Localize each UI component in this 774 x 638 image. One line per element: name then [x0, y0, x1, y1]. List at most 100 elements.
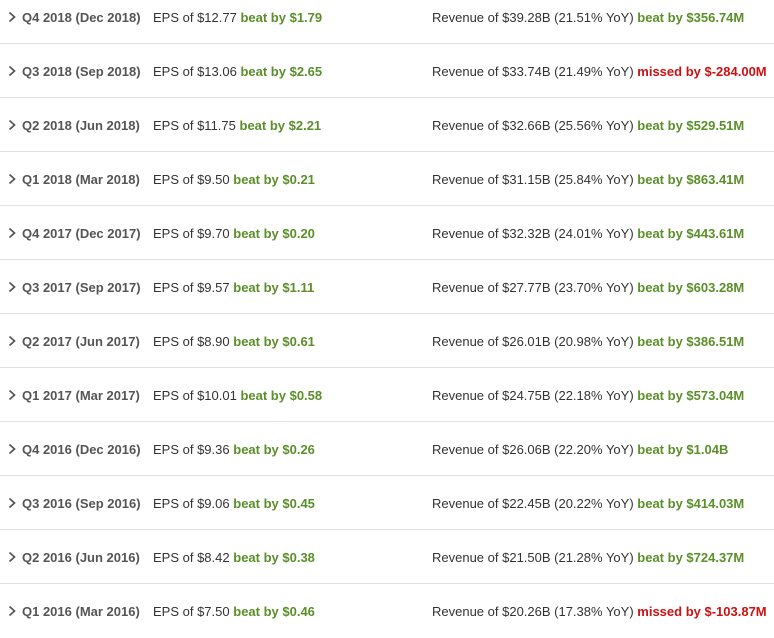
- quarter-label: Q1 2017 (Mar 2017): [22, 388, 140, 403]
- chevron-right-icon[interactable]: [6, 281, 18, 293]
- earnings-history-list: Q4 2018 (Dec 2018) EPS of $12.77 beat by…: [0, 0, 774, 638]
- chevron-right-icon[interactable]: [6, 443, 18, 455]
- chevron-right-icon[interactable]: [6, 65, 18, 77]
- revenue-value: Revenue of $24.75B (22.18% YoY): [432, 388, 634, 403]
- revenue-value: Revenue of $20.26B (17.38% YoY): [432, 604, 634, 619]
- revenue-result: beat by $414.03M: [637, 496, 745, 511]
- revenue-result: beat by $443.61M: [637, 226, 745, 241]
- eps-value: EPS of $7.50: [153, 604, 230, 619]
- eps-result: beat by $0.26: [233, 442, 315, 457]
- eps-result: beat by $0.21: [233, 172, 315, 187]
- revenue-value: Revenue of $26.01B (20.98% YoY): [432, 334, 634, 349]
- eps-result: beat by $1.11: [233, 280, 315, 295]
- eps-result: beat by $2.65: [240, 64, 323, 79]
- eps-result: beat by $0.46: [233, 604, 315, 619]
- eps-summary: EPS of $7.50 beat by $0.46: [153, 604, 315, 619]
- earnings-row[interactable]: Q3 2017 (Sep 2017) EPS of $9.57 beat by …: [0, 260, 774, 314]
- eps-value: EPS of $8.42: [153, 550, 230, 565]
- revenue-summary: Revenue of $24.75B (22.18% YoY) beat by …: [432, 388, 744, 403]
- revenue-summary: Revenue of $39.28B (21.51% YoY) beat by …: [432, 10, 744, 25]
- quarter-label: Q4 2016 (Dec 2016): [22, 442, 141, 457]
- revenue-value: Revenue of $33.74B (21.49% YoY): [432, 64, 634, 79]
- revenue-summary: Revenue of $20.26B (17.38% YoY) missed b…: [432, 604, 767, 619]
- revenue-summary: Revenue of $27.77B (23.70% YoY) beat by …: [432, 280, 744, 295]
- revenue-result: missed by $-284.00M: [637, 64, 767, 79]
- eps-summary: EPS of $9.06 beat by $0.45: [153, 496, 315, 511]
- chevron-right-icon[interactable]: [6, 11, 18, 23]
- revenue-summary: Revenue of $22.45B (20.22% YoY) beat by …: [432, 496, 744, 511]
- revenue-summary: Revenue of $26.06B (22.20% YoY) beat by …: [432, 442, 728, 457]
- eps-summary: EPS of $8.90 beat by $0.61: [153, 334, 315, 349]
- chevron-right-icon[interactable]: [6, 605, 18, 617]
- quarter-label: Q4 2018 (Dec 2018): [22, 10, 141, 25]
- earnings-row[interactable]: Q3 2016 (Sep 2016) EPS of $9.06 beat by …: [0, 476, 774, 530]
- eps-value: EPS of $9.50: [153, 172, 230, 187]
- eps-result: beat by $0.61: [233, 334, 315, 349]
- eps-summary: EPS of $10.01 beat by $0.58: [153, 388, 322, 403]
- eps-summary: EPS of $9.70 beat by $0.20: [153, 226, 315, 241]
- chevron-right-icon[interactable]: [6, 119, 18, 131]
- earnings-row[interactable]: Q1 2018 (Mar 2018) EPS of $9.50 beat by …: [0, 152, 774, 206]
- eps-summary: EPS of $8.42 beat by $0.38: [153, 550, 315, 565]
- earnings-row[interactable]: Q4 2017 (Dec 2017) EPS of $9.70 beat by …: [0, 206, 774, 260]
- revenue-result: beat by $386.51M: [637, 334, 745, 349]
- revenue-result: beat by $863.41M: [637, 172, 745, 187]
- revenue-result: beat by $1.04B: [637, 442, 729, 457]
- revenue-value: Revenue of $32.66B (25.56% YoY): [432, 118, 634, 133]
- revenue-summary: Revenue of $33.74B (21.49% YoY) missed b…: [432, 64, 767, 79]
- earnings-row[interactable]: Q2 2016 (Jun 2016) EPS of $8.42 beat by …: [0, 530, 774, 584]
- chevron-right-icon[interactable]: [6, 227, 18, 239]
- eps-result: beat by $0.45: [233, 496, 315, 511]
- revenue-value: Revenue of $26.06B (22.20% YoY): [432, 442, 634, 457]
- eps-summary: EPS of $9.57 beat by $1.11: [153, 280, 314, 295]
- quarter-label: Q3 2017 (Sep 2017): [22, 280, 141, 295]
- eps-value: EPS of $9.57: [153, 280, 230, 295]
- revenue-result: beat by $356.74M: [637, 10, 745, 25]
- earnings-row[interactable]: Q2 2017 (Jun 2017) EPS of $8.90 beat by …: [0, 314, 774, 368]
- eps-result: beat by $0.58: [240, 388, 323, 403]
- revenue-value: Revenue of $32.32B (24.01% YoY): [432, 226, 634, 241]
- earnings-row[interactable]: Q1 2017 (Mar 2017) EPS of $10.01 beat by…: [0, 368, 774, 422]
- revenue-summary: Revenue of $21.50B (21.28% YoY) beat by …: [432, 550, 744, 565]
- chevron-right-icon[interactable]: [6, 497, 18, 509]
- eps-value: EPS of $13.06: [153, 64, 237, 79]
- earnings-row[interactable]: Q4 2016 (Dec 2016) EPS of $9.36 beat by …: [0, 422, 774, 476]
- revenue-result: beat by $573.04M: [637, 388, 745, 403]
- eps-value: EPS of $8.90: [153, 334, 230, 349]
- eps-result: beat by $1.79: [240, 10, 323, 25]
- revenue-result: beat by $603.28M: [637, 280, 745, 295]
- revenue-value: Revenue of $31.15B (25.84% YoY): [432, 172, 634, 187]
- quarter-label: Q3 2018 (Sep 2018): [22, 64, 141, 79]
- revenue-summary: Revenue of $31.15B (25.84% YoY) beat by …: [432, 172, 744, 187]
- revenue-value: Revenue of $39.28B (21.51% YoY): [432, 10, 634, 25]
- eps-result: beat by $2.21: [239, 118, 322, 133]
- eps-value: EPS of $12.77: [153, 10, 237, 25]
- eps-result: beat by $0.20: [233, 226, 315, 241]
- eps-value: EPS of $9.70: [153, 226, 230, 241]
- eps-summary: EPS of $13.06 beat by $2.65: [153, 64, 322, 79]
- quarter-label: Q3 2016 (Sep 2016): [22, 496, 141, 511]
- eps-summary: EPS of $9.36 beat by $0.26: [153, 442, 315, 457]
- revenue-result: beat by $529.51M: [637, 118, 745, 133]
- eps-summary: EPS of $12.77 beat by $1.79: [153, 10, 322, 25]
- chevron-right-icon[interactable]: [6, 551, 18, 563]
- quarter-label: Q4 2017 (Dec 2017): [22, 226, 141, 241]
- revenue-result: beat by $724.37M: [637, 550, 745, 565]
- quarter-label: Q2 2017 (Jun 2017): [22, 334, 140, 349]
- earnings-row[interactable]: Q1 2016 (Mar 2016) EPS of $7.50 beat by …: [0, 584, 774, 638]
- earnings-row[interactable]: Q3 2018 (Sep 2018) EPS of $13.06 beat by…: [0, 44, 774, 98]
- eps-value: EPS of $9.06: [153, 496, 230, 511]
- chevron-right-icon[interactable]: [6, 335, 18, 347]
- earnings-row[interactable]: Q2 2018 (Jun 2018) EPS of $11.75 beat by…: [0, 98, 774, 152]
- revenue-value: Revenue of $27.77B (23.70% YoY): [432, 280, 634, 295]
- revenue-summary: Revenue of $32.32B (24.01% YoY) beat by …: [432, 226, 744, 241]
- revenue-summary: Revenue of $32.66B (25.56% YoY) beat by …: [432, 118, 744, 133]
- eps-value: EPS of $10.01: [153, 388, 237, 403]
- earnings-row[interactable]: Q4 2018 (Dec 2018) EPS of $12.77 beat by…: [0, 0, 774, 44]
- quarter-label: Q1 2016 (Mar 2016): [22, 604, 140, 619]
- quarter-label: Q2 2018 (Jun 2018): [22, 118, 140, 133]
- eps-value: EPS of $9.36: [153, 442, 230, 457]
- chevron-right-icon[interactable]: [6, 173, 18, 185]
- chevron-right-icon[interactable]: [6, 389, 18, 401]
- eps-summary: EPS of $9.50 beat by $0.21: [153, 172, 315, 187]
